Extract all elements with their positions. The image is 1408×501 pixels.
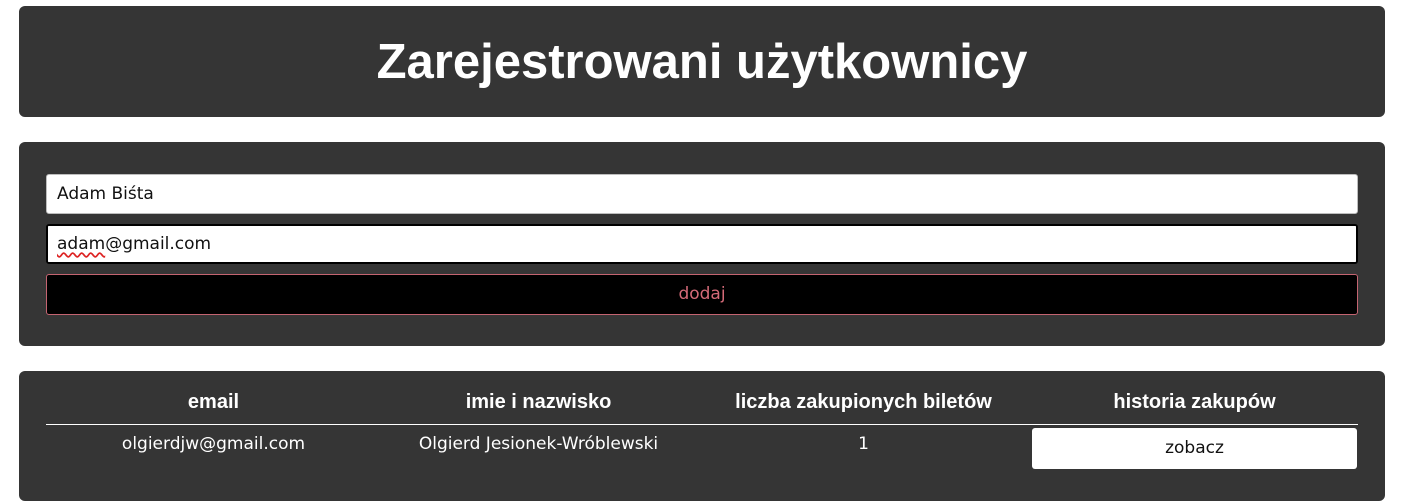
cell-tickets: 1 — [858, 434, 869, 454]
header-panel: Zarejestrowani użytkownicy — [19, 6, 1385, 117]
email-input-value-misspelled: adam — [57, 234, 106, 254]
email-input-value-rest: @gmail.com — [105, 234, 212, 254]
view-history-button[interactable]: zobacz — [1032, 428, 1357, 469]
cell-history: zobacz — [1031, 425, 1358, 495]
cell-email: olgierdjw@gmail.com — [121, 434, 306, 454]
cell-name: Olgierd Jesionek-Wróblewski — [418, 434, 659, 454]
table-row: olgierdjw@gmail.com Olgierd Jesionek-Wró… — [46, 425, 1358, 495]
table-header-row: email imie i nazwisko liczba zakupionych… — [46, 381, 1358, 425]
column-header-tickets: liczba zakupionych biletów — [696, 381, 1031, 425]
add-user-form: Adam Biśta adam@gmail.com dodaj — [19, 142, 1385, 346]
email-input[interactable]: adam@gmail.com — [46, 224, 1358, 264]
column-header-email: email — [46, 381, 381, 425]
add-button[interactable]: dodaj — [46, 274, 1358, 315]
name-input[interactable]: Adam Biśta — [46, 174, 1358, 214]
users-table-panel: email imie i nazwisko liczba zakupionych… — [19, 371, 1385, 501]
column-header-history: historia zakupów — [1031, 381, 1358, 425]
column-header-name: imie i nazwisko — [381, 381, 696, 425]
users-table: email imie i nazwisko liczba zakupionych… — [46, 381, 1358, 494]
page-title: Zarejestrowani użytkownicy — [376, 35, 1028, 89]
name-input-value: Adam Biśta — [57, 184, 154, 204]
